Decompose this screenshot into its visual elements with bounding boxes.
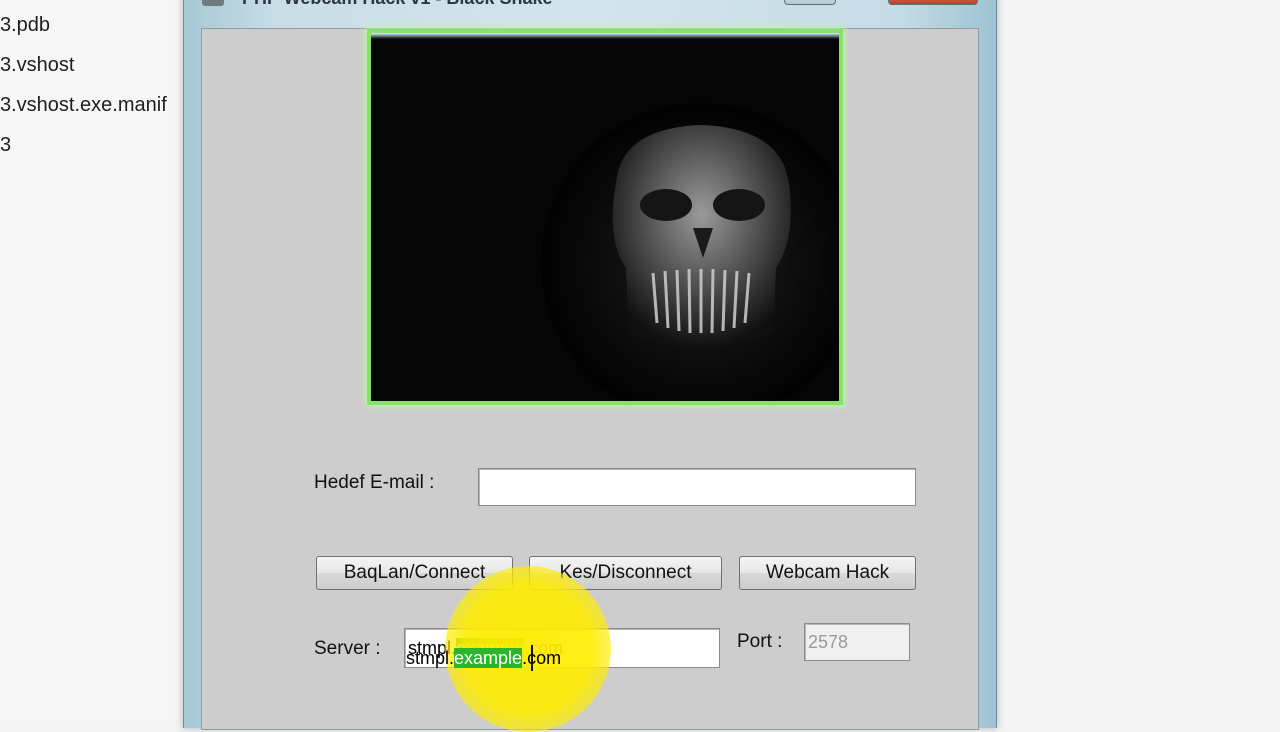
server-input[interactable]: stmpl.example.com (404, 628, 720, 668)
file-item-vshost[interactable]: 3.vshost (0, 54, 74, 77)
webcam-preview (367, 29, 843, 405)
skull-image (371, 33, 839, 401)
target-email-input[interactable] (478, 468, 916, 506)
file-item-manifest[interactable]: 3.vshost.exe.manif (0, 94, 167, 117)
server-text-prefix: stmpl. (408, 638, 457, 658)
form-client-area: Hedef E-mail : BaqLan/Connect Kes/Discon… (201, 28, 979, 730)
port-input[interactable]: 2578 (804, 623, 910, 661)
file-list-panel: 3.pdb 3.vshost 3.vshost.exe.manif 3 (0, 0, 190, 720)
close-button[interactable] (888, 0, 978, 5)
background-desktop (995, 0, 1280, 720)
title-bar[interactable]: PHP Webcam Hack v1 - Black Snake (184, 0, 996, 26)
webcam-hack-button[interactable]: Webcam Hack (739, 556, 916, 590)
app-icon (202, 0, 224, 6)
server-label: Server : (314, 638, 381, 659)
file-item-exe[interactable]: 3 (0, 134, 11, 157)
minimize-button[interactable] (784, 0, 836, 5)
text-cursor-icon (531, 645, 533, 671)
server-text-suffix: .com (524, 638, 564, 658)
connect-button[interactable]: BaqLan/Connect (316, 556, 513, 590)
app-window: PHP Webcam Hack v1 - Black Snake (183, 0, 997, 730)
window-title: PHP Webcam Hack v1 - Black Snake (242, 0, 553, 9)
target-email-label: Hedef E-mail : (314, 472, 435, 493)
port-label: Port : (737, 631, 783, 652)
disconnect-button[interactable]: Kes/Disconnect (529, 556, 722, 590)
server-text-selection: example (456, 638, 525, 658)
file-item-pdb[interactable]: 3.pdb (0, 14, 50, 37)
